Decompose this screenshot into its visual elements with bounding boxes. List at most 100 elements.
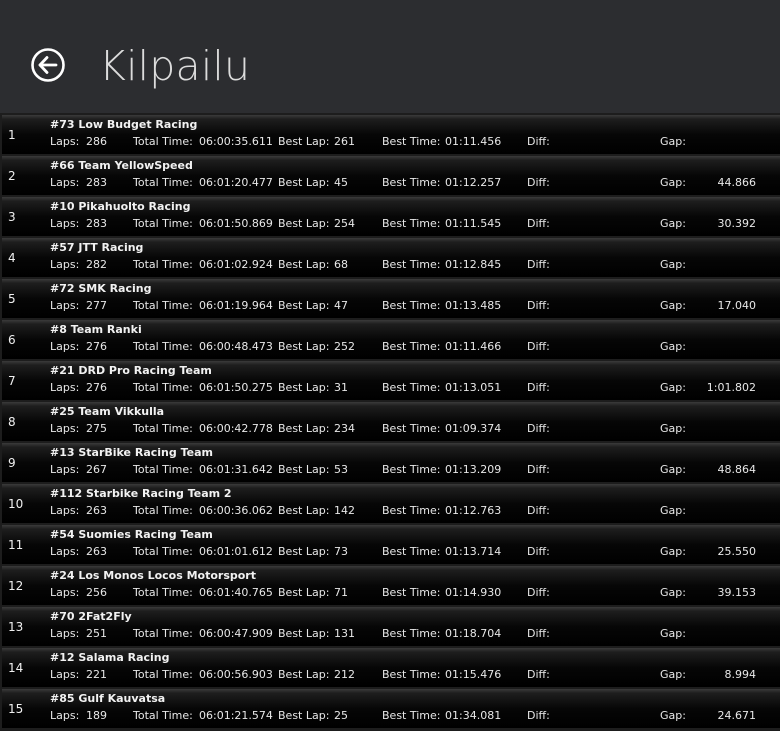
total-time-label: Total Time: [133, 340, 193, 353]
best-lap-label: Best Lap: [278, 299, 330, 312]
gap-label: Gap: [660, 668, 686, 681]
gap-label: Gap: [660, 340, 686, 353]
best-lap-value: 212 [334, 668, 355, 681]
best-time-value: 01:15.476 [445, 668, 502, 681]
best-lap-value: 68 [334, 258, 348, 271]
result-row[interactable]: 3 #10 Pikahuolto Racing Laps: 283 Total Time… [2, 197, 780, 236]
team-name: #12 Salama Racing [50, 651, 170, 664]
diff-label: Diff: [527, 135, 550, 148]
team-name: #54 Suomies Racing Team [50, 528, 213, 541]
total-time-label: Total Time: [133, 135, 193, 148]
page-header: Kilpailu [0, 0, 780, 113]
result-row[interactable]: 14 #12 Salama Racing Laps: 221 Total Time: 06… [2, 648, 780, 687]
gap-value: 8.994 [724, 668, 757, 681]
result-row[interactable]: 10 #112 Starbike Racing Team 2 Laps: 263 Tot… [2, 484, 780, 523]
laps-label: Laps: [50, 627, 80, 640]
best-time-value: 01:13.209 [445, 463, 502, 476]
total-time-label: Total Time: [133, 381, 193, 394]
total-time-label: Total Time: [133, 176, 193, 189]
total-time-value: 06:00:36.062 [199, 504, 273, 517]
result-row[interactable]: 12 #24 Los Monos Locos Motorsport Laps: 256… [2, 566, 780, 605]
laps-value: 251 [86, 627, 107, 640]
result-row[interactable]: 1 #73 Low Budget Racing Laps: 286 Total Time… [2, 115, 780, 154]
best-lap-label: Best Lap: [278, 709, 330, 722]
laps-label: Laps: [50, 340, 80, 353]
total-time-value: 06:00:48.473 [199, 340, 273, 353]
best-time-value: 01:09.374 [445, 422, 502, 435]
best-lap-label: Best Lap: [278, 668, 330, 681]
diff-label: Diff: [527, 504, 550, 517]
laps-value: 282 [86, 258, 107, 271]
total-time-value: 06:00:42.778 [199, 422, 273, 435]
best-time-value: 01:13.485 [445, 299, 502, 312]
result-row[interactable]: 6 #8 Team Ranki Laps: 276 Total Time: 06:00:4… [2, 320, 780, 359]
result-row[interactable]: 5 #72 SMK Racing Laps: 277 Total Time: 06:01:… [2, 279, 780, 318]
position: 9 [8, 456, 16, 470]
best-lap-value: 53 [334, 463, 348, 476]
laps-label: Laps: [50, 217, 80, 230]
position: 12 [8, 579, 24, 593]
team-name: #8 Team Ranki [50, 323, 142, 336]
total-time-label: Total Time: [133, 217, 193, 230]
result-row[interactable]: 11 #54 Suomies Racing Team Laps: 263 Total T… [2, 525, 780, 564]
total-time-value: 06:01:20.477 [199, 176, 273, 189]
laps-value: 267 [86, 463, 107, 476]
total-time-label: Total Time: [133, 545, 193, 558]
best-time-label: Best Time: [382, 176, 441, 189]
diff-label: Diff: [527, 340, 550, 353]
best-lap-label: Best Lap: [278, 463, 330, 476]
result-row[interactable]: 13 #70 2Fat2Fly Laps: 251 Total Time: 06:00:4… [2, 607, 780, 646]
gap-label: Gap: [660, 504, 686, 517]
result-row[interactable]: 9 #13 StarBike Racing Team Laps: 267 Total T… [2, 443, 780, 482]
laps-value: 286 [86, 135, 107, 148]
best-time-value: 01:11.466 [445, 340, 502, 353]
total-time-value: 06:01:31.642 [199, 463, 273, 476]
total-time-value: 06:00:35.611 [199, 135, 273, 148]
gap-label: Gap: [660, 299, 686, 312]
best-lap-value: 71 [334, 586, 348, 599]
laps-label: Laps: [50, 709, 80, 722]
laps-label: Laps: [50, 381, 80, 394]
gap-value: 1:01.802 [706, 381, 756, 394]
best-lap-value: 47 [334, 299, 348, 312]
gap-value: 44.866 [717, 176, 757, 189]
gap-label: Gap: [660, 258, 686, 271]
gap-value: 30.392 [717, 217, 757, 230]
best-time-value: 01:12.763 [445, 504, 502, 517]
laps-label: Laps: [50, 258, 80, 271]
result-row[interactable]: 15 #85 Gulf Kauvatsa Laps: 189 Total Time: 06… [2, 689, 780, 728]
back-arrow-icon [31, 48, 65, 82]
position: 13 [8, 620, 24, 634]
position: 3 [8, 210, 16, 224]
total-time-value: 06:00:47.909 [199, 627, 273, 640]
best-time-value: 01:14.930 [445, 586, 502, 599]
best-time-value: 01:13.714 [445, 545, 502, 558]
total-time-value: 06:01:50.275 [199, 381, 273, 394]
team-name: #21 DRD Pro Racing Team [50, 364, 212, 377]
diff-label: Diff: [527, 668, 550, 681]
laps-value: 275 [86, 422, 107, 435]
position: 1 [8, 128, 16, 142]
laps-value: 283 [86, 217, 107, 230]
gap-label: Gap: [660, 176, 686, 189]
result-row[interactable]: 2 #66 Team YellowSpeed Laps: 283 Total Time:… [2, 156, 780, 195]
gap-value: 17.040 [717, 299, 757, 312]
result-row[interactable]: 8 #25 Team Vikkulla Laps: 275 Total Time: 06:… [2, 402, 780, 441]
team-name: #13 StarBike Racing Team [50, 446, 213, 459]
total-time-value: 06:01:01.612 [199, 545, 273, 558]
position: 2 [8, 169, 16, 183]
best-lap-label: Best Lap: [278, 545, 330, 558]
team-name: #24 Los Monos Locos Motorsport [50, 569, 256, 582]
diff-label: Diff: [527, 217, 550, 230]
total-time-label: Total Time: [133, 586, 193, 599]
back-button[interactable] [30, 47, 66, 83]
result-row[interactable]: 4 #57 JTT Racing Laps: 282 Total Time: 06:01:… [2, 238, 780, 277]
laps-label: Laps: [50, 299, 80, 312]
best-lap-label: Best Lap: [278, 627, 330, 640]
total-time-label: Total Time: [133, 299, 193, 312]
best-lap-value: 45 [334, 176, 348, 189]
result-row[interactable]: 7 #21 DRD Pro Racing Team Laps: 276 Total Ti… [2, 361, 780, 400]
team-name: #112 Starbike Racing Team 2 [50, 487, 232, 500]
total-time-value: 06:01:40.765 [199, 586, 273, 599]
gap-label: Gap: [660, 422, 686, 435]
